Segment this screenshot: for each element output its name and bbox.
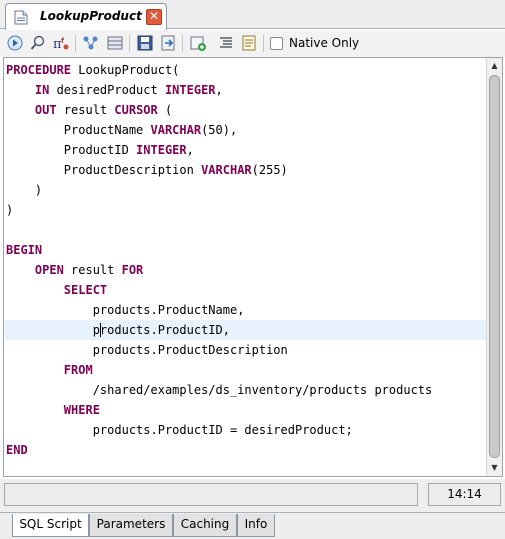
database-icon[interactable]	[106, 34, 124, 52]
sql-keyword: IN	[34, 83, 50, 97]
toolbar-separator	[263, 35, 264, 52]
sql-keyword: VARCHAR	[201, 163, 252, 177]
tab-parameters[interactable]: Parameters	[89, 514, 173, 537]
code-line[interactable]: OPEN result FOR	[5, 260, 489, 280]
editor-toolbar: πf Native Only	[0, 30, 505, 57]
code-line[interactable]: )	[5, 200, 489, 220]
text-caret	[99, 323, 101, 337]
code-text: ,	[186, 143, 194, 157]
code-text: products.ProductID,	[6, 323, 230, 337]
explain-plan-icon[interactable]	[82, 34, 100, 52]
sql-keyword: INTEGER	[136, 143, 187, 157]
code-line[interactable]: IN desiredProduct INTEGER,	[5, 80, 489, 100]
code-text: result	[56, 103, 115, 117]
bottom-tab-bar: SQL Script Parameters Caching Info	[0, 512, 505, 539]
code-line[interactable]: products.ProductName,	[5, 300, 489, 320]
code-line[interactable]: ProductDescription VARCHAR(255)	[5, 160, 489, 180]
cursor-position: 14:14	[428, 483, 501, 506]
code-text: ,	[215, 83, 223, 97]
sql-keyword: SELECT	[63, 283, 108, 297]
code-text: products.ProductDescription	[6, 343, 288, 357]
code-text: (	[157, 103, 173, 117]
sql-keyword: VARCHAR	[150, 123, 202, 137]
editor-tab-lookupproduct[interactable]: LookupProduct ✕	[5, 3, 167, 30]
code-line[interactable]: WHERE	[5, 400, 489, 420]
code-text: /shared/examples/ds_inventory/products p…	[6, 383, 433, 397]
insert-function-icon[interactable]: πf	[52, 34, 70, 52]
code-text: )	[6, 203, 14, 217]
document-icon[interactable]	[240, 34, 258, 52]
scroll-down-icon[interactable]: ▼	[487, 461, 502, 475]
code-line[interactable]: )	[5, 180, 489, 200]
code-text: (255)	[251, 163, 288, 177]
native-only-label[interactable]: Native Only	[289, 36, 359, 50]
save-icon[interactable]	[136, 34, 154, 52]
run-icon[interactable]	[6, 34, 24, 52]
script-file-icon	[14, 10, 28, 25]
status-bar: 14:14	[0, 479, 505, 512]
code-text: LookupProduct(	[71, 63, 180, 77]
sql-keyword: PROCEDURE	[6, 63, 72, 77]
code-line[interactable]: PROCEDURE LookupProduct(	[5, 60, 489, 80]
code-text: products.ProductID = desiredProduct;	[6, 423, 353, 437]
scroll-up-icon[interactable]: ▲	[487, 59, 502, 73]
toolbar-separator	[75, 35, 76, 52]
code-text: desiredProduct	[49, 83, 165, 97]
code-area[interactable]: PROCEDURE LookupProduct( IN desiredProdu…	[5, 60, 489, 460]
code-text: ProductName	[6, 123, 151, 137]
code-line[interactable]: /shared/examples/ds_inventory/products p…	[5, 380, 489, 400]
editor-tab-strip: LookupProduct ✕	[0, 0, 505, 30]
sql-keyword: BEGIN	[6, 243, 43, 257]
sql-keyword: OPEN	[34, 263, 64, 277]
code-line[interactable]	[5, 220, 489, 240]
sql-keyword: CURSOR	[114, 103, 158, 117]
add-icon[interactable]	[189, 34, 207, 52]
export-icon[interactable]	[159, 34, 177, 52]
code-text: products.ProductName,	[6, 303, 245, 317]
find-icon[interactable]	[29, 34, 47, 52]
code-line[interactable]: ProductID INTEGER,	[5, 140, 489, 160]
code-line[interactable]: END	[5, 440, 489, 460]
sql-script-editor[interactable]: PROCEDURE LookupProduct( IN desiredProdu…	[3, 57, 503, 477]
tab-caching[interactable]: Caching	[173, 514, 237, 537]
code-line[interactable]: products.ProductID,	[5, 320, 489, 340]
code-line[interactable]: BEGIN	[5, 240, 489, 260]
tab-info[interactable]: Info	[237, 514, 275, 537]
code-text: result	[63, 263, 122, 277]
sql-keyword: FROM	[63, 363, 93, 377]
format-icon[interactable]	[217, 34, 235, 52]
status-message	[4, 483, 418, 506]
toolbar-separator	[182, 35, 183, 52]
svg-text:f: f	[61, 37, 65, 45]
sql-keyword: INTEGER	[164, 83, 216, 97]
code-text: )	[6, 183, 43, 197]
native-only-checkbox[interactable]	[270, 37, 283, 50]
code-text: (50),	[201, 123, 238, 137]
code-line[interactable]: ProductName VARCHAR(50),	[5, 120, 489, 140]
code-line[interactable]: OUT result CURSOR (	[5, 100, 489, 120]
toolbar-separator	[129, 35, 130, 52]
code-text: ProductID	[6, 143, 137, 157]
editor-tab-title: LookupProduct	[40, 9, 142, 23]
close-icon[interactable]: ✕	[146, 9, 162, 25]
code-line[interactable]: SELECT	[5, 280, 489, 300]
code-line[interactable]: products.ProductID = desiredProduct;	[5, 420, 489, 440]
sql-keyword: OUT	[34, 103, 57, 117]
code-line[interactable]: FROM	[5, 360, 489, 380]
tab-sql-script[interactable]: SQL Script	[12, 514, 89, 537]
sql-keyword: WHERE	[63, 403, 100, 417]
scrollbar-thumb[interactable]	[489, 75, 500, 458]
sql-keyword: FOR	[121, 263, 144, 277]
code-text: ProductDescription	[6, 163, 202, 177]
sql-keyword: END	[6, 443, 28, 457]
code-line[interactable]: products.ProductDescription	[5, 340, 489, 360]
vertical-scrollbar[interactable]: ▲ ▼	[486, 58, 502, 476]
